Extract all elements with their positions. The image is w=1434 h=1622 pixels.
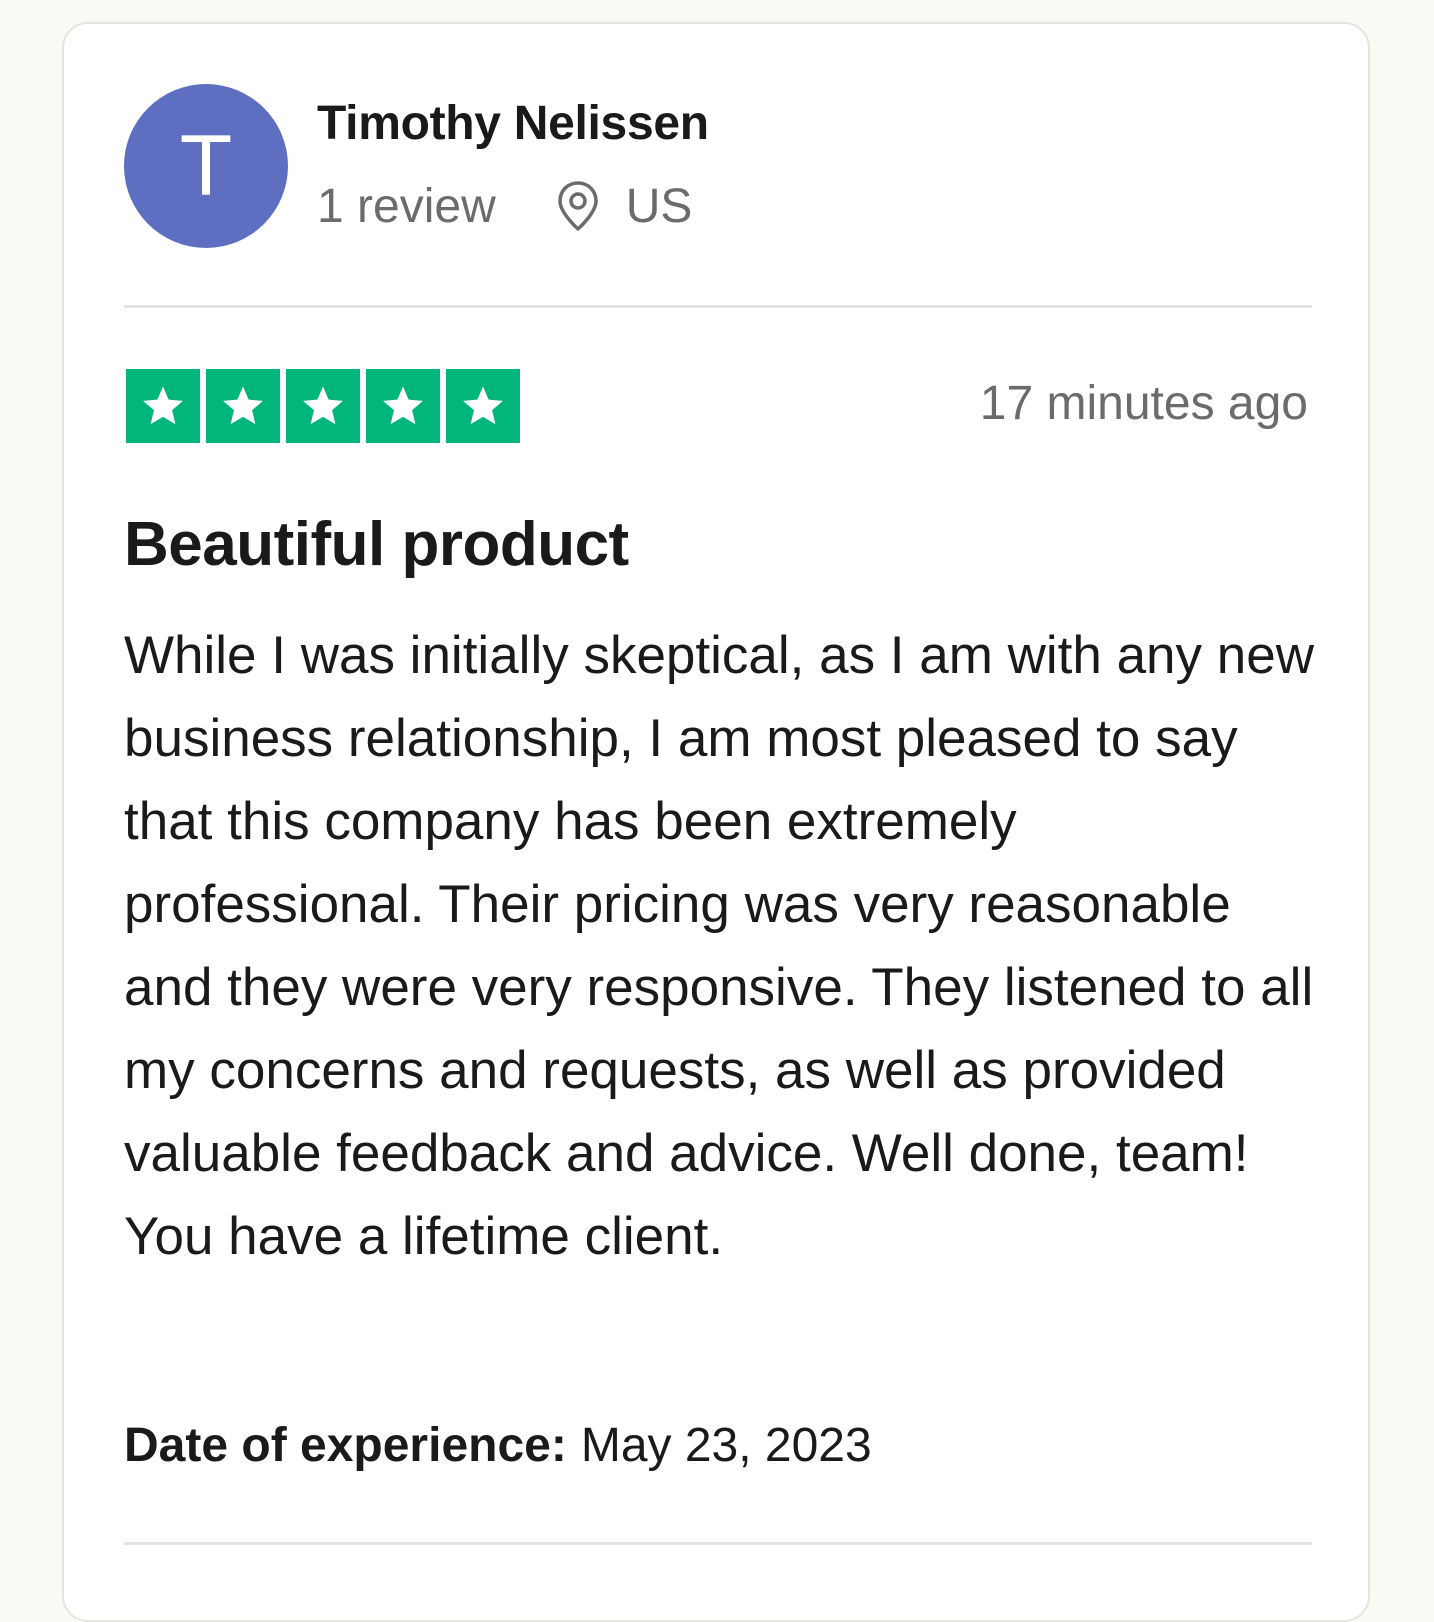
review-body: While I was initially skeptical, as I am… — [124, 626, 1314, 1266]
review-title[interactable]: Beautiful product — [124, 509, 629, 580]
reviewer-name[interactable]: Timothy Nelissen — [317, 96, 709, 151]
reviewer-meta: 1 review US — [317, 178, 692, 234]
star-icon — [126, 369, 200, 443]
star-rating — [126, 369, 520, 443]
date-of-experience: Date of experience: May 23, 2023 — [124, 1418, 872, 1473]
footer-divider — [124, 1542, 1312, 1545]
star-icon — [286, 369, 360, 443]
location-pin-icon — [556, 180, 600, 232]
header-divider — [124, 305, 1312, 308]
review-count: 1 review — [317, 179, 496, 233]
date-of-experience-value: May 23, 2023 — [580, 1419, 872, 1472]
avatar[interactable]: T — [124, 84, 288, 248]
reviewer-location: US — [625, 179, 693, 233]
star-icon — [446, 369, 520, 443]
star-icon — [366, 369, 440, 443]
date-of-experience-label: Date of experience: — [124, 1419, 567, 1472]
star-icon — [206, 369, 280, 443]
review-timestamp: 17 minutes ago — [979, 377, 1308, 430]
review-card: T Timothy Nelissen 1 review US 17 minute… — [62, 22, 1370, 1622]
